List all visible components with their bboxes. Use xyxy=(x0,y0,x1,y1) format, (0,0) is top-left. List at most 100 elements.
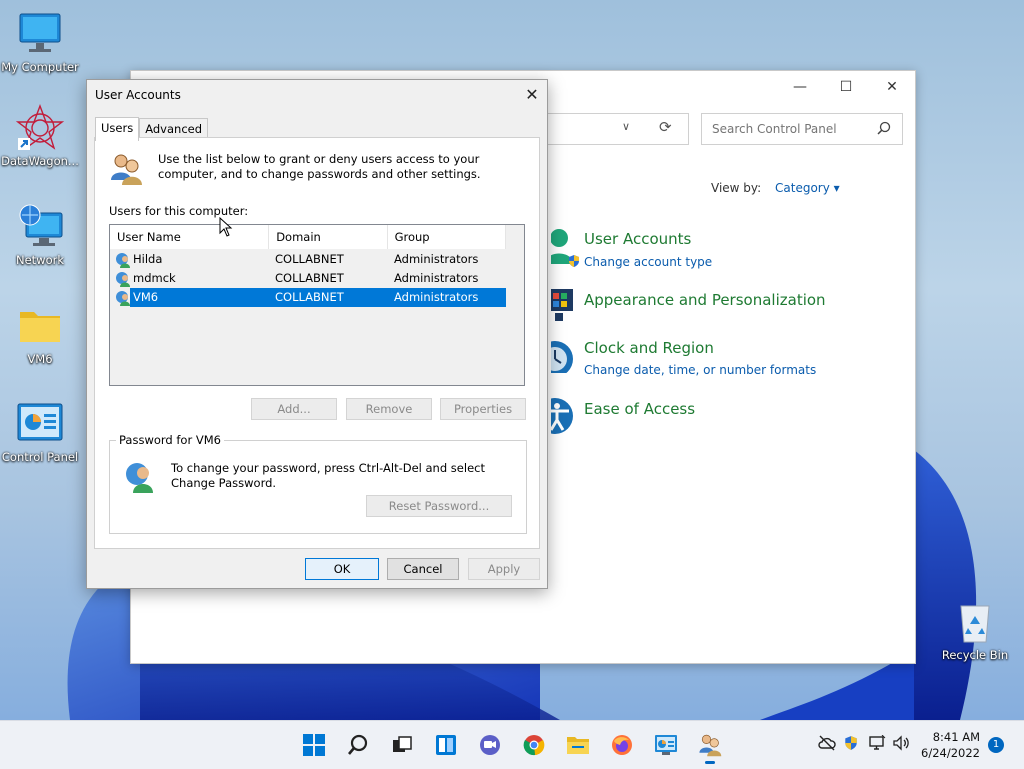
cancel-button[interactable]: Cancel xyxy=(387,558,459,580)
desktop-icon-label: DataWagon... xyxy=(1,154,79,168)
cell-group: Administrators xyxy=(394,252,479,266)
column-header-domain[interactable]: Domain xyxy=(269,225,388,249)
clock-date: 6/24/2022 xyxy=(921,746,980,760)
desktop-icon-recycle-bin[interactable]: Recycle Bin xyxy=(935,598,1015,662)
category-title[interactable]: User Accounts xyxy=(584,230,691,248)
windows-logo-icon xyxy=(303,734,325,756)
minimize-button[interactable]: — xyxy=(777,71,823,103)
clock-time: 8:41 AM xyxy=(932,730,980,744)
network-status-icon[interactable] xyxy=(868,735,886,751)
clock[interactable]: 8:41 AM 6/24/2022 xyxy=(921,729,980,761)
search-box[interactable] xyxy=(701,113,903,145)
cell-group: Administrators xyxy=(394,271,479,285)
table-row-selected[interactable]: VM6 COLLABNET Administrators xyxy=(113,288,506,307)
task-view-button[interactable] xyxy=(386,729,418,761)
notification-badge[interactable]: 1 xyxy=(988,737,1004,753)
volume-icon[interactable] xyxy=(892,735,910,751)
mouse-cursor-icon xyxy=(219,217,233,237)
refresh-icon[interactable]: ⟳ xyxy=(659,118,672,136)
category-title[interactable]: Ease of Access xyxy=(584,400,695,418)
appearance-icon xyxy=(551,289,573,321)
user-icon xyxy=(116,253,130,268)
folder-icon xyxy=(567,737,589,754)
tab-users[interactable]: Users xyxy=(95,117,140,141)
close-icon: ✕ xyxy=(525,84,539,104)
category-title[interactable]: Appearance and Personalization xyxy=(584,291,826,309)
users-icon xyxy=(699,734,722,757)
chrome-icon xyxy=(523,735,545,756)
desktop-icon-control-panel[interactable]: Control Panel xyxy=(0,400,80,464)
user-accounts-taskbar-button[interactable] xyxy=(694,729,726,764)
password-group: Password for VM6 To change your password… xyxy=(109,433,527,534)
control-panel-taskbar-button[interactable] xyxy=(650,729,682,761)
monitor-icon xyxy=(16,10,64,58)
add-button[interactable]: Add... xyxy=(251,398,337,420)
clock-globe-icon xyxy=(551,341,573,373)
users-icon xyxy=(111,154,142,185)
recycle-bin-icon xyxy=(951,598,999,646)
cell-group: Administrators xyxy=(394,290,479,304)
chat-icon xyxy=(480,735,500,755)
address-bar[interactable]: ∨ ⟳ xyxy=(543,113,689,145)
cell-domain: COLLABNET xyxy=(275,290,344,304)
password-group-label: Password for VM6 xyxy=(116,433,224,447)
network-icon xyxy=(16,203,64,251)
view-by-dropdown[interactable]: Category ▾ xyxy=(775,181,840,195)
intro-text: Use the list below to grant or deny user… xyxy=(158,152,481,181)
cell-domain: COLLABNET xyxy=(275,252,344,266)
task-view-icon xyxy=(393,736,412,752)
desktop-icon-label: Control Panel xyxy=(1,450,79,464)
search-icon xyxy=(348,734,368,755)
desktop-icon-datawagon[interactable]: DataWagon... xyxy=(0,104,80,168)
desktop-icon-vm6[interactable]: VM6 xyxy=(0,302,80,366)
close-button[interactable]: ✕ xyxy=(517,80,547,108)
chevron-down-icon[interactable]: ∨ xyxy=(622,120,630,133)
user-icon xyxy=(116,291,130,306)
control-panel-icon xyxy=(655,735,677,755)
security-shield-icon[interactable] xyxy=(843,735,859,751)
chat-button[interactable] xyxy=(474,729,506,761)
table-row[interactable]: mdmck COLLABNET Administrators xyxy=(113,269,506,288)
ease-of-access-icon xyxy=(551,398,573,434)
users-list[interactable]: User Name Domain Group Hilda COLLABNET A… xyxy=(109,224,525,386)
table-row[interactable]: Hilda COLLABNET Administrators xyxy=(113,250,506,269)
view-by-label: View by: xyxy=(711,181,762,195)
chrome-button[interactable] xyxy=(518,729,550,761)
cell-domain: COLLABNET xyxy=(275,271,344,285)
search-icon[interactable] xyxy=(876,120,892,136)
desktop-icon-my-computer[interactable]: My Computer xyxy=(0,10,80,74)
widgets-button[interactable] xyxy=(430,729,462,761)
ok-button[interactable]: OK xyxy=(305,558,379,580)
datawagon-icon xyxy=(15,104,65,152)
close-button[interactable]: ✕ xyxy=(869,71,915,103)
category-link[interactable]: Change account type xyxy=(569,254,712,269)
cell-user-name: mdmck xyxy=(133,271,176,285)
cloud-offline-icon[interactable] xyxy=(818,735,836,751)
desktop-icon-label: My Computer xyxy=(1,60,79,74)
search-input[interactable] xyxy=(710,121,874,137)
shield-icon xyxy=(569,255,579,267)
cell-user-name: Hilda xyxy=(133,252,163,266)
desktop-icon-network[interactable]: Network xyxy=(0,203,80,267)
firefox-button[interactable] xyxy=(606,729,638,761)
user-password-icon xyxy=(126,463,153,493)
search-button[interactable] xyxy=(342,729,374,761)
users-tab-panel: Use the list below to grant or deny user… xyxy=(94,137,540,549)
remove-button[interactable]: Remove xyxy=(346,398,432,420)
column-header-group[interactable]: Group xyxy=(388,225,506,249)
reset-password-button[interactable]: Reset Password... xyxy=(366,495,512,517)
desktop-icon-label: VM6 xyxy=(27,352,53,366)
category-title[interactable]: Clock and Region xyxy=(584,339,714,357)
file-explorer-button[interactable] xyxy=(562,729,594,761)
users-list-label: Users for this computer: xyxy=(109,204,249,218)
column-header-user-name[interactable]: User Name xyxy=(110,225,270,249)
maximize-button[interactable]: ☐ xyxy=(823,71,869,103)
properties-button[interactable]: Properties xyxy=(440,398,526,420)
window-controls: — ☐ ✕ xyxy=(777,71,915,103)
user-accounts-dialog: User Accounts ✕ Users Advanced Use the l… xyxy=(86,79,548,589)
apply-button[interactable]: Apply xyxy=(468,558,540,580)
control-panel-icon xyxy=(16,400,64,448)
firefox-icon xyxy=(612,735,632,755)
start-button[interactable] xyxy=(298,729,330,761)
category-link[interactable]: Change date, time, or number formats xyxy=(584,363,816,377)
